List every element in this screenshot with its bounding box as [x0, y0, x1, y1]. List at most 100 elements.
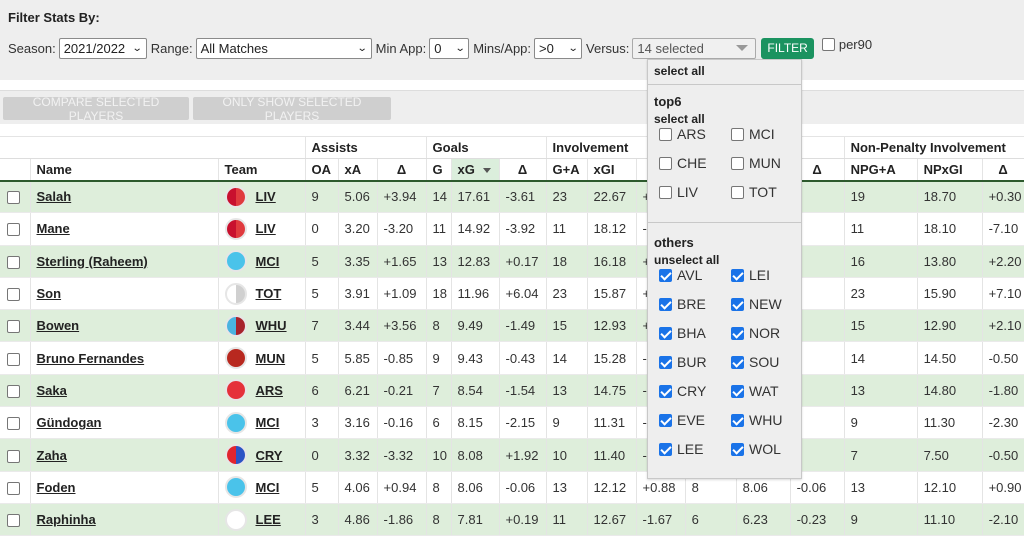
- select-all-link[interactable]: select all: [654, 64, 705, 78]
- versus-team-option[interactable]: LEE: [659, 441, 703, 457]
- team-link[interactable]: TOT: [256, 286, 282, 301]
- team-option-checkbox[interactable]: [731, 297, 744, 311]
- team-option-checkbox[interactable]: [659, 442, 672, 456]
- team-option-checkbox[interactable]: [659, 297, 672, 311]
- team-option-checkbox[interactable]: [731, 185, 744, 199]
- team-option-checkbox[interactable]: [731, 442, 744, 456]
- per90-toggle[interactable]: per90: [821, 37, 872, 52]
- versus-team-option[interactable]: SOU: [731, 354, 779, 370]
- col-npga[interactable]: NPG+A: [844, 158, 918, 182]
- row-select-checkbox[interactable]: [7, 288, 20, 302]
- team-option-checkbox[interactable]: [731, 355, 744, 369]
- row-select-checkbox[interactable]: [7, 417, 20, 431]
- player-link[interactable]: Saka: [37, 383, 67, 398]
- team-link[interactable]: LIV: [256, 221, 276, 236]
- versus-team-option[interactable]: LIV: [659, 184, 698, 200]
- col-xgi[interactable]: xGI: [587, 158, 637, 182]
- versus-team-option[interactable]: BUR: [659, 354, 707, 370]
- col-np-involvement-delta[interactable]: Δ: [982, 158, 1024, 182]
- col-name[interactable]: Name: [30, 158, 219, 182]
- team-link[interactable]: LIV: [256, 189, 276, 204]
- team-option-checkbox[interactable]: [731, 156, 744, 170]
- versus-team-option[interactable]: CRY: [659, 383, 706, 399]
- team-option-checkbox[interactable]: [659, 355, 672, 369]
- versus-team-option[interactable]: EVE: [659, 412, 705, 428]
- row-select-checkbox[interactable]: [7, 481, 20, 495]
- team-link[interactable]: MUN: [256, 351, 286, 366]
- col-assists-delta[interactable]: Δ: [377, 158, 427, 182]
- only-show-selected-players-button[interactable]: ONLY SHOW SELECTED PLAYERS: [193, 95, 391, 123]
- player-link[interactable]: Son: [37, 286, 62, 301]
- versus-team-option[interactable]: MUN: [731, 155, 781, 171]
- range-select[interactable]: All Matches ⌄: [195, 37, 372, 59]
- player-link[interactable]: Zaha: [37, 448, 67, 463]
- versus-team-option[interactable]: NEW: [731, 296, 782, 312]
- team-option-checkbox[interactable]: [659, 185, 672, 199]
- team-link[interactable]: CRY: [256, 448, 283, 463]
- team-link[interactable]: MCI: [256, 254, 280, 269]
- per90-checkbox[interactable]: [821, 37, 835, 51]
- player-link[interactable]: Salah: [37, 189, 72, 204]
- team-option-checkbox[interactable]: [659, 268, 672, 282]
- team-option-checkbox[interactable]: [731, 326, 744, 340]
- table-row: Raphinha LEE 3 4.86 -1.86 8 7.81 +0.19 11 12.67 -1…: [0, 503, 1024, 537]
- versus-team-option[interactable]: WHU: [731, 412, 782, 428]
- versus-team-option[interactable]: CHE: [659, 155, 707, 171]
- min-app-select[interactable]: 0 ⌄: [429, 37, 470, 59]
- col-g[interactable]: G: [426, 158, 452, 182]
- team-option-checkbox[interactable]: [659, 326, 672, 340]
- col-npxgi[interactable]: NPxGI: [917, 158, 983, 182]
- versus-team-option[interactable]: BRE: [659, 296, 706, 312]
- compare-selected-players-button[interactable]: COMPARE SELECTED PLAYERS: [3, 95, 189, 123]
- team-link[interactable]: LEE: [256, 512, 281, 527]
- team-option-checkbox[interactable]: [659, 156, 672, 170]
- mins-app-select[interactable]: >0 ⌄: [534, 37, 583, 59]
- team-link[interactable]: MCI: [256, 415, 280, 430]
- versus-multiselect[interactable]: 14 selected: [632, 37, 757, 59]
- versus-team-option[interactable]: ARS: [659, 126, 706, 142]
- versus-team-option[interactable]: AVL: [659, 267, 702, 283]
- col-xa[interactable]: xA: [338, 158, 378, 182]
- col-xg[interactable]: xG: [451, 158, 500, 182]
- col-ga[interactable]: G+A: [546, 158, 588, 182]
- player-link[interactable]: Gündogan: [37, 415, 102, 430]
- others-unselect-all-link[interactable]: unselect all: [654, 253, 719, 267]
- versus-team-option[interactable]: WOL: [731, 441, 781, 457]
- row-select-checkbox[interactable]: [7, 223, 20, 237]
- player-link[interactable]: Bowen: [37, 318, 80, 333]
- row-select-checkbox[interactable]: [7, 449, 20, 463]
- versus-team-option[interactable]: BHA: [659, 325, 706, 341]
- player-link[interactable]: Raphinha: [37, 512, 96, 527]
- versus-team-option[interactable]: LEI: [731, 267, 770, 283]
- row-select-checkbox[interactable]: [7, 352, 20, 366]
- row-select-checkbox[interactable]: [7, 384, 20, 398]
- row-select-checkbox[interactable]: [7, 191, 20, 205]
- team-option-checkbox[interactable]: [731, 413, 744, 427]
- row-select-checkbox[interactable]: [7, 320, 20, 334]
- player-link[interactable]: Bruno Fernandes: [37, 351, 145, 366]
- row-select-checkbox[interactable]: [7, 514, 20, 528]
- top6-select-all-link[interactable]: select all: [654, 112, 705, 126]
- team-link[interactable]: MCI: [256, 480, 280, 495]
- team-option-checkbox[interactable]: [731, 384, 744, 398]
- col-team[interactable]: Team: [218, 158, 306, 182]
- team-link[interactable]: WHU: [256, 318, 287, 333]
- team-option-checkbox[interactable]: [731, 268, 744, 282]
- versus-team-option[interactable]: TOT: [731, 184, 777, 200]
- row-select-checkbox[interactable]: [7, 255, 20, 269]
- team-option-checkbox[interactable]: [659, 384, 672, 398]
- team-link[interactable]: ARS: [256, 383, 283, 398]
- versus-team-option[interactable]: NOR: [731, 325, 780, 341]
- versus-team-option[interactable]: MCI: [731, 126, 775, 142]
- col-goals-delta[interactable]: Δ: [499, 158, 547, 182]
- versus-team-option[interactable]: WAT: [731, 383, 779, 399]
- team-option-checkbox[interactable]: [659, 127, 672, 141]
- player-link[interactable]: Sterling (Raheem): [37, 254, 148, 269]
- player-link[interactable]: Foden: [37, 480, 76, 495]
- player-link[interactable]: Mane: [37, 221, 70, 236]
- team-option-checkbox[interactable]: [731, 127, 744, 141]
- col-oa[interactable]: OA: [305, 158, 339, 182]
- filter-button[interactable]: FILTER: [761, 37, 814, 59]
- season-select[interactable]: 2021/2022 ⌄: [58, 37, 147, 59]
- team-option-checkbox[interactable]: [659, 413, 672, 427]
